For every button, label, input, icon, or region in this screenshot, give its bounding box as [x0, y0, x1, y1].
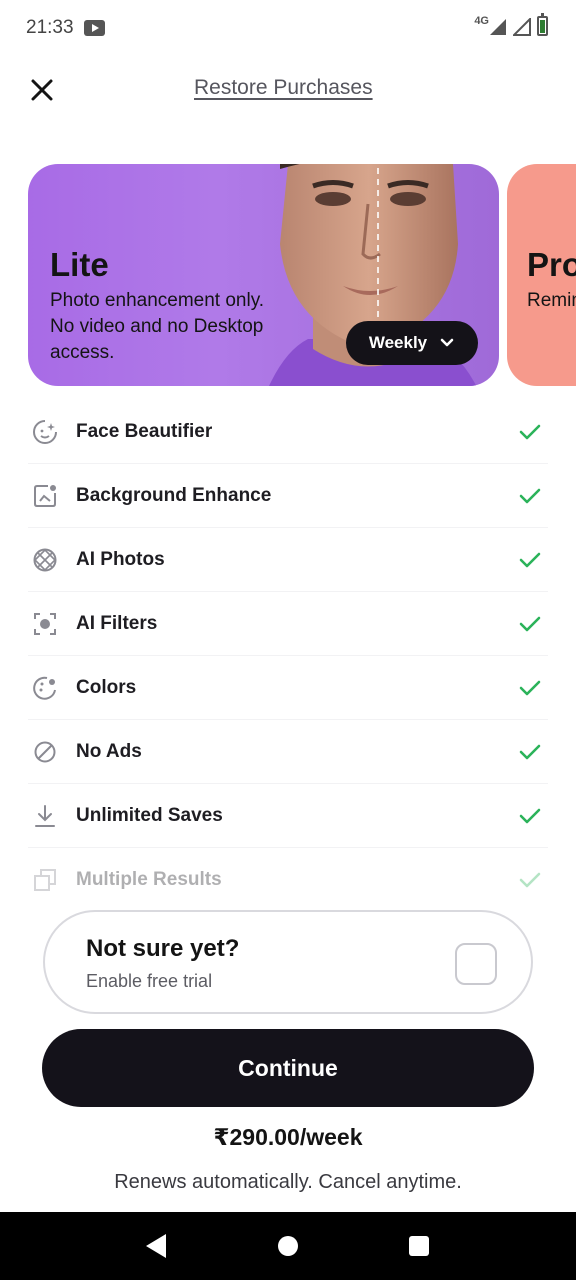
feature-row: AI Photos: [28, 528, 548, 592]
signal-icon: [490, 19, 506, 35]
multiple-results-icon: [28, 863, 62, 897]
status-indicators: 4G: [474, 13, 548, 36]
feature-row: AI Filters: [28, 592, 548, 656]
plan-name-lite: Lite: [50, 246, 109, 283]
ai-photos-icon: [28, 543, 62, 577]
plan-description-lite: Photo enhancement only. No video and no …: [50, 290, 265, 363]
colors-icon: [28, 671, 62, 705]
status-time: 21:33: [26, 17, 74, 38]
feature-label: AI Photos: [76, 548, 165, 570]
feature-row: Multiple Results: [28, 848, 548, 912]
feature-list: Face Beautifier Background Enhance AI Ph…: [28, 400, 548, 912]
system-nav-bar: [0, 1212, 576, 1280]
feature-label: Unlimited Saves: [76, 804, 223, 826]
free-trial-toggle[interactable]: Not sure yet? Enable free trial: [43, 910, 533, 1014]
plan-card-lite[interactable]: Lite Photo enhancement only. No video an…: [28, 164, 499, 386]
face-beautifier-icon: [28, 415, 62, 449]
restore-purchases-link[interactable]: Restore Purchases: [194, 76, 373, 100]
back-icon[interactable]: [146, 1234, 166, 1258]
feature-label: Multiple Results: [76, 869, 222, 890]
check-icon: [519, 552, 541, 568]
signal-empty-icon: [513, 18, 531, 36]
ai-filters-icon: [28, 607, 62, 641]
continue-button[interactable]: Continue: [42, 1029, 534, 1107]
background-enhance-icon: [28, 479, 62, 513]
billing-period-dropdown[interactable]: Weekly: [346, 321, 478, 365]
trial-checkbox[interactable]: [455, 943, 497, 985]
price-label: ₹290.00/week: [213, 1124, 363, 1150]
network-type: 4G: [474, 15, 489, 27]
feature-row: Background Enhance: [28, 464, 548, 528]
check-icon: [519, 872, 541, 888]
plan-name-pro: Pro: [527, 246, 576, 283]
plan-card-pro[interactable]: Pro Remini both on Deskto: [507, 164, 576, 386]
feature-row: Unlimited Saves: [28, 784, 548, 848]
renew-note: Renews automatically. Cancel anytime.: [114, 1171, 462, 1193]
feature-label: Face Beautifier: [76, 420, 213, 442]
billing-period-label: Weekly: [368, 333, 428, 352]
feature-row: Colors: [28, 656, 548, 720]
media-notification-icon: [84, 20, 105, 36]
feature-row: No Ads: [28, 720, 548, 784]
check-icon: [519, 680, 541, 696]
feature-label: Background Enhance: [76, 484, 272, 506]
recent-apps-icon[interactable]: [409, 1236, 429, 1256]
feature-label: No Ads: [76, 740, 142, 762]
feature-label: Colors: [76, 676, 137, 698]
check-icon: [519, 744, 541, 760]
no-ads-icon: [28, 735, 62, 769]
feature-row: Face Beautifier: [28, 400, 548, 464]
check-icon: [519, 488, 541, 504]
close-button[interactable]: [26, 74, 58, 106]
trial-title: Not sure yet?: [86, 935, 240, 962]
feature-label: AI Filters: [76, 612, 158, 634]
plan-carousel[interactable]: Lite Photo enhancement only. No video an…: [0, 164, 576, 388]
download-icon: [28, 799, 62, 833]
close-icon: [31, 79, 53, 101]
check-icon: [519, 808, 541, 824]
check-icon: [519, 424, 541, 440]
battery-icon: [537, 13, 548, 36]
status-bar: 21:33 4G: [0, 0, 576, 56]
home-icon[interactable]: [278, 1236, 298, 1256]
chevron-down-icon: [440, 338, 454, 347]
trial-subtitle: Enable free trial: [86, 971, 213, 991]
check-icon: [519, 616, 541, 632]
plan-description-pro: Remini both on Deskto: [527, 290, 576, 311]
